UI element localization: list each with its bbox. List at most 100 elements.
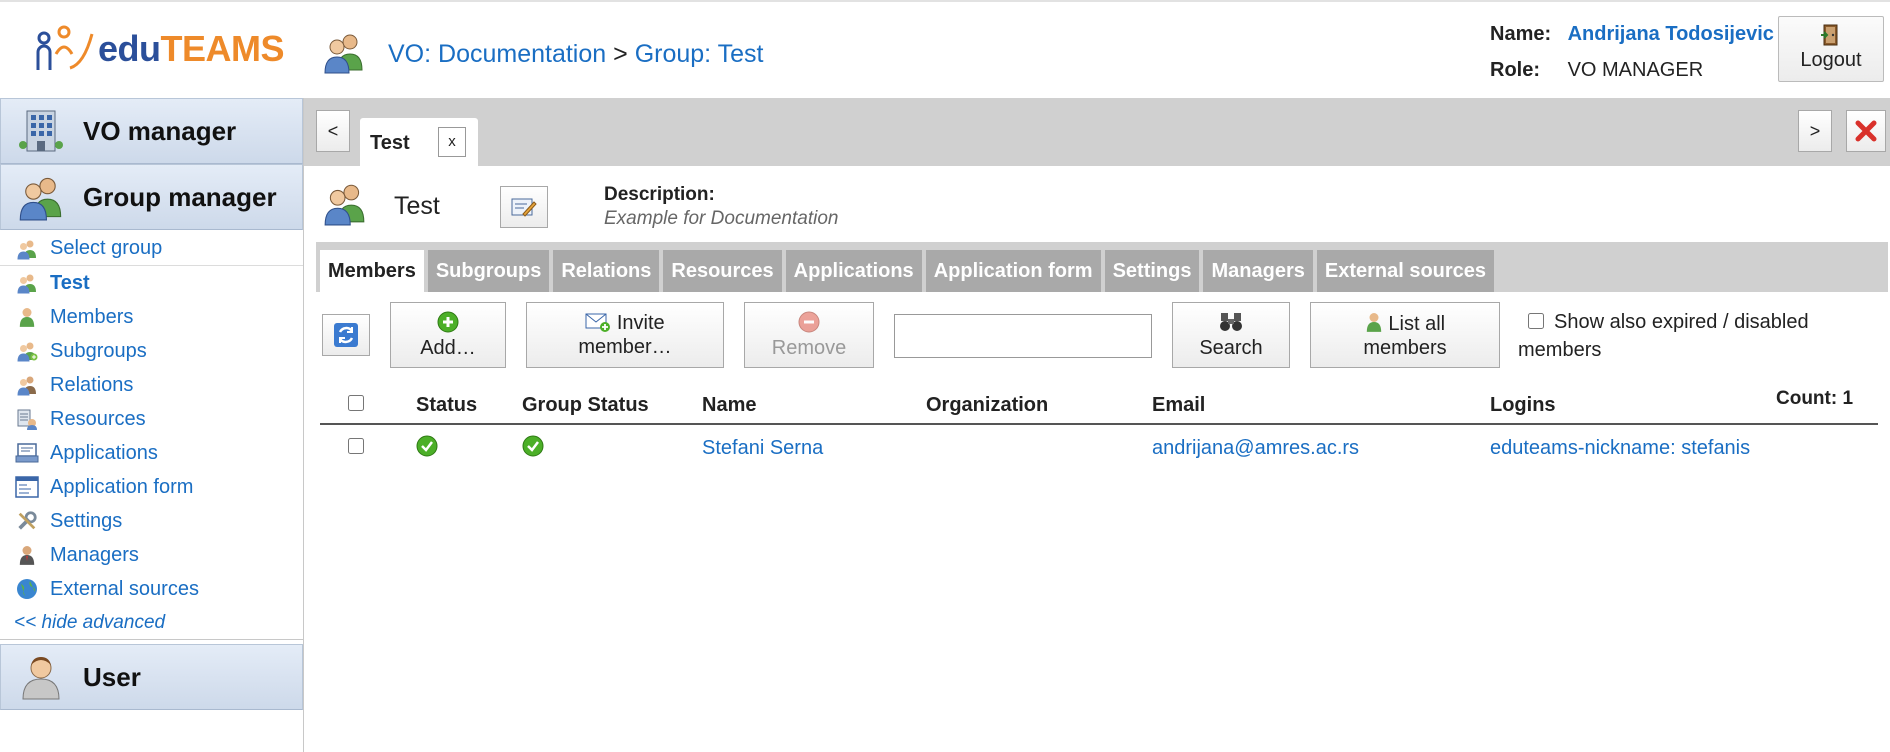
open-tab-test[interactable]: Test x bbox=[360, 118, 478, 166]
sidebar-item-resources[interactable]: Resources bbox=[0, 402, 303, 436]
tab-settings[interactable]: Settings bbox=[1104, 250, 1200, 292]
invite-member-button[interactable]: Invite member… bbox=[526, 302, 724, 368]
previous-tab-button[interactable]: < bbox=[316, 110, 350, 152]
edit-group-button[interactable] bbox=[500, 186, 548, 228]
form-icon bbox=[14, 475, 40, 499]
relations-icon bbox=[14, 373, 40, 397]
sidebar-item-settings[interactable]: Settings bbox=[0, 504, 303, 538]
search-button[interactable]: Search bbox=[1172, 302, 1290, 368]
hide-advanced-link[interactable]: << hide advanced bbox=[0, 606, 303, 640]
tab-resources[interactable]: Resources bbox=[663, 250, 782, 292]
user-section[interactable]: User bbox=[0, 644, 303, 710]
refresh-button[interactable] bbox=[322, 314, 370, 356]
sidebar-item-select-group[interactable]: Select group bbox=[0, 232, 303, 266]
tab-managers[interactable]: Managers bbox=[1203, 250, 1313, 292]
header: eduTEAMS VO: Documentation > Group: Test… bbox=[0, 0, 1890, 98]
table-row[interactable]: Stefani Serna andrijana@amres.ac.rs edut… bbox=[320, 424, 1878, 472]
sidebar-item-members[interactable]: Members bbox=[0, 300, 303, 334]
sidebar-item-application-form[interactable]: Application form bbox=[0, 470, 303, 504]
logout-button[interactable]: Logout bbox=[1778, 16, 1884, 82]
sidebar-item-label: Application form bbox=[50, 475, 194, 498]
column-name[interactable]: Name bbox=[702, 386, 926, 425]
search-label: Search bbox=[1199, 337, 1263, 359]
tab-application-form[interactable]: Application form bbox=[925, 250, 1101, 292]
sidebar-item-label: Select group bbox=[50, 237, 163, 259]
member-email-link[interactable]: andrijana@amres.ac.rs bbox=[1152, 437, 1359, 459]
table-header-row: Status Group Status Name Organization Em… bbox=[320, 386, 1878, 425]
show-expired-checkbox[interactable] bbox=[1528, 313, 1544, 329]
close-all-tabs-button[interactable] bbox=[1846, 110, 1886, 152]
column-email[interactable]: Email bbox=[1152, 386, 1490, 425]
tab-members[interactable]: Members bbox=[320, 250, 424, 292]
green-plus-icon bbox=[437, 311, 459, 333]
sidebar-item-applications[interactable]: Applications bbox=[0, 436, 303, 470]
open-tabs-bar: < Test x > bbox=[304, 98, 1890, 166]
search-input[interactable] bbox=[894, 314, 1152, 358]
logout-label: Logout bbox=[1800, 49, 1862, 71]
breadcrumb-group-link[interactable]: Group: Test bbox=[635, 40, 764, 68]
sidebar-item-managers[interactable]: Managers bbox=[0, 538, 303, 572]
group-name: Test bbox=[394, 192, 440, 220]
settings-icon bbox=[14, 509, 40, 533]
status-ok-icon bbox=[416, 435, 438, 456]
column-status[interactable]: Status bbox=[416, 386, 522, 425]
sidebar-item-external-sources[interactable]: External sources bbox=[0, 572, 303, 606]
edutears-logo[interactable]: eduTEAMS bbox=[34, 18, 306, 80]
user-section-title: User bbox=[83, 661, 141, 692]
name-cell: Stefani Serna bbox=[702, 424, 926, 472]
role-label: Role: bbox=[1490, 59, 1540, 81]
organization-cell bbox=[926, 424, 1152, 472]
refresh-icon bbox=[334, 323, 358, 347]
group-manager-icon bbox=[19, 177, 62, 221]
vo-manager-section[interactable]: VO manager bbox=[0, 98, 303, 164]
user-name-link[interactable]: Andrijana Todosijevic bbox=[1568, 23, 1774, 45]
subgroups-icon bbox=[14, 339, 40, 363]
status-ok-icon bbox=[522, 435, 544, 456]
sidebar: VO manager Group manager Select group Te… bbox=[0, 98, 304, 752]
edit-icon bbox=[511, 198, 537, 217]
group-manager-section[interactable]: Group manager bbox=[0, 164, 303, 230]
member-icon bbox=[1366, 313, 1382, 332]
user-info: Name: Andrijana Todosijevic Role: VO MAN… bbox=[1490, 16, 1774, 88]
close-tab-button[interactable]: x bbox=[438, 127, 466, 157]
list-all-members-button[interactable]: List all members bbox=[1310, 302, 1500, 368]
breadcrumb-vo-link[interactable]: VO: Documentation bbox=[388, 40, 606, 68]
row-checkbox[interactable] bbox=[348, 438, 364, 454]
tab-applications[interactable]: Applications bbox=[785, 250, 922, 292]
invite-label-1: Invite bbox=[616, 312, 665, 334]
sidebar-item-label: Members bbox=[50, 305, 134, 328]
description-label: Description: bbox=[604, 184, 715, 205]
group-icon bbox=[14, 237, 40, 261]
column-logins[interactable]: Logins bbox=[1490, 386, 1878, 425]
group-icon bbox=[14, 271, 40, 295]
breadcrumb-separator: > bbox=[613, 40, 628, 68]
group-description: Example for Documentation bbox=[604, 208, 839, 229]
globe-icon bbox=[14, 577, 40, 601]
invite-label-2: member… bbox=[578, 336, 672, 358]
select-all-checkbox[interactable] bbox=[348, 395, 364, 411]
applications-icon bbox=[14, 441, 40, 465]
remove-label: Remove bbox=[771, 337, 847, 359]
remove-member-button[interactable]: Remove bbox=[744, 302, 874, 368]
group-header: Test Description: Example for Documentat… bbox=[304, 166, 1890, 238]
sidebar-item-label: Relations bbox=[50, 373, 134, 396]
column-organization[interactable]: Organization bbox=[926, 386, 1152, 425]
brand-edu: edu bbox=[98, 28, 161, 69]
sidebar-item-test[interactable]: Test bbox=[0, 266, 303, 300]
add-member-button[interactable]: Add… bbox=[390, 302, 506, 368]
column-group-status[interactable]: Group Status bbox=[522, 386, 702, 425]
red-minus-icon bbox=[798, 311, 820, 333]
show-expired-checkbox-label[interactable]: Show also expired / disabled members bbox=[1518, 308, 1838, 364]
side-menu: Select group Test Members Subgroups Rela… bbox=[0, 230, 303, 644]
sidebar-item-label: Applications bbox=[50, 441, 158, 464]
tab-subgroups[interactable]: Subgroups bbox=[427, 250, 550, 292]
next-tab-button[interactable]: > bbox=[1798, 110, 1832, 152]
tab-external-sources[interactable]: External sources bbox=[1316, 250, 1495, 292]
tab-relations[interactable]: Relations bbox=[553, 250, 660, 292]
sidebar-item-subgroups[interactable]: Subgroups bbox=[0, 334, 303, 368]
user-icon bbox=[22, 657, 60, 700]
binoculars-icon bbox=[1220, 313, 1242, 331]
sidebar-item-relations[interactable]: Relations bbox=[0, 368, 303, 402]
member-logins-link[interactable]: eduteams-nickname: stefanis bbox=[1490, 437, 1750, 459]
member-name-link[interactable]: Stefani Serna bbox=[702, 437, 823, 459]
